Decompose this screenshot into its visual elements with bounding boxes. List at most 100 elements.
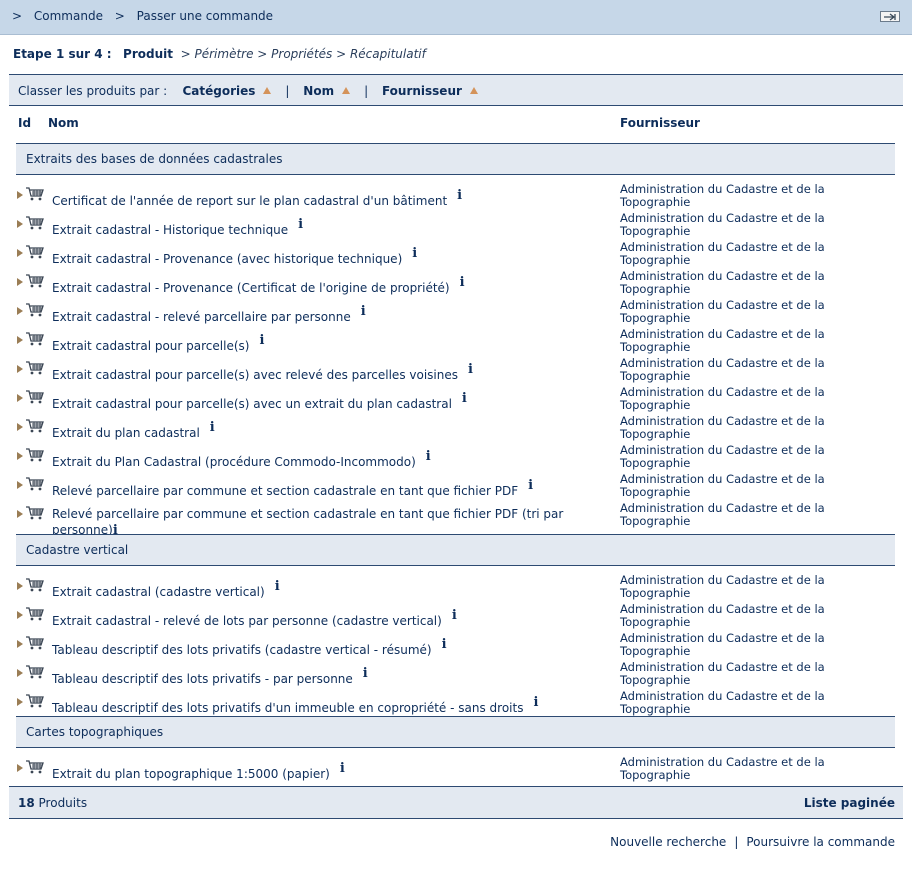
info-icon[interactable]: i [361, 304, 366, 319]
info-icon[interactable]: i [460, 275, 465, 290]
supplier-line-2: Topographie [620, 615, 691, 629]
info-icon[interactable]: i [363, 666, 368, 681]
product-row: Tableau descriptif des lots privatifs (c… [16, 629, 896, 658]
product-row: Certificat de l'année de report sur le p… [16, 180, 896, 209]
expand-triangle-icon[interactable] [17, 365, 23, 373]
shopping-cart-icon[interactable] [25, 216, 45, 233]
product-name[interactable]: Extrait cadastral - relevé parcellaire p… [52, 310, 351, 324]
product-name[interactable]: Extrait cadastral - Provenance (Certific… [52, 281, 450, 295]
column-header-supplier: Fournisseur [620, 116, 700, 130]
expand-triangle-icon[interactable] [17, 452, 23, 460]
expand-triangle-icon[interactable] [17, 669, 23, 677]
product-name[interactable]: Tableau descriptif des lots privatifs (c… [52, 643, 432, 657]
shopping-cart-icon[interactable] [25, 578, 45, 595]
sort-ascending-icon[interactable] [263, 87, 272, 94]
info-icon[interactable]: i [298, 217, 303, 232]
supplier-line-2: Topographie [620, 702, 691, 716]
info-icon[interactable]: i [533, 695, 538, 710]
shopping-cart-icon[interactable] [25, 274, 45, 291]
product-name[interactable]: Extrait cadastral (cadastre vertical) [52, 585, 265, 599]
shopping-cart-icon[interactable] [25, 303, 45, 320]
product-name[interactable]: Extrait cadastral pour parcelle(s) [52, 339, 249, 353]
product-name[interactable]: Extrait du Plan Cadastral (procédure Com… [52, 455, 416, 469]
product-name-container: Extrait du plan topographique 1:5000 (pa… [52, 761, 345, 782]
product-name-container: Extrait cadastral - Provenance (avec his… [52, 246, 417, 267]
expand-triangle-icon[interactable] [17, 510, 23, 518]
product-name[interactable]: Extrait cadastral pour parcelle(s) avec … [52, 368, 458, 382]
sort-ascending-icon[interactable] [469, 87, 478, 94]
product-name-container: Extrait cadastral pour parcelle(s) avec … [52, 391, 467, 412]
supplier-line-1: Administration du Cadastre et de la [620, 240, 825, 254]
shopping-cart-icon[interactable] [25, 760, 45, 777]
shopping-cart-icon[interactable] [25, 332, 45, 349]
product-name[interactable]: Extrait cadastral - Historique technique [52, 223, 288, 237]
expand-triangle-icon[interactable] [17, 423, 23, 431]
info-icon[interactable]: i [426, 449, 431, 464]
product-name[interactable]: Extrait du plan topographique 1:5000 (pa… [52, 767, 330, 781]
expand-triangle-icon[interactable] [17, 640, 23, 648]
sort-by-name[interactable]: Nom [303, 84, 334, 98]
info-icon[interactable]: i [259, 333, 264, 348]
info-icon[interactable]: i [340, 761, 345, 776]
expand-triangle-icon[interactable] [17, 191, 23, 199]
category-title: Cadastre vertical [26, 543, 129, 557]
product-name[interactable]: Extrait cadastral - relevé de lots par p… [52, 614, 442, 628]
sort-by-categories[interactable]: Catégories [182, 84, 255, 98]
sort-ascending-icon[interactable] [342, 87, 351, 94]
product-name[interactable]: Tableau descriptif des lots privatifs d'… [52, 701, 523, 715]
product-name[interactable]: Extrait du plan cadastral [52, 426, 200, 440]
expand-triangle-icon[interactable] [17, 220, 23, 228]
info-icon[interactable]: i [210, 420, 215, 435]
shopping-cart-icon[interactable] [25, 448, 45, 465]
info-icon[interactable]: i [462, 391, 467, 406]
product-name[interactable]: Extrait cadastral pour parcelle(s) avec … [52, 397, 452, 411]
expand-triangle-icon[interactable] [17, 307, 23, 315]
expand-triangle-icon[interactable] [17, 278, 23, 286]
expand-triangle-icon[interactable] [17, 249, 23, 257]
shopping-cart-icon[interactable] [25, 694, 45, 711]
breadcrumb-passer-commande[interactable]: Passer une commande [137, 9, 273, 23]
product-supplier: Administration du Cadastre et de la Topog… [620, 756, 825, 782]
shopping-cart-icon[interactable] [25, 506, 45, 523]
shopping-cart-icon[interactable] [25, 187, 45, 204]
shopping-cart-icon[interactable] [25, 665, 45, 682]
expand-triangle-icon[interactable] [17, 481, 23, 489]
sort-by-supplier[interactable]: Fournisseur [382, 84, 462, 98]
category-header: Extraits des bases de données cadastrale… [16, 143, 895, 175]
expand-triangle-icon[interactable] [17, 582, 23, 590]
product-name-container: Tableau descriptif des lots privatifs - … [52, 666, 368, 687]
info-icon[interactable]: i [452, 608, 457, 623]
info-icon[interactable]: i [442, 637, 447, 652]
info-icon[interactable]: i [275, 579, 280, 594]
new-search-link[interactable]: Nouvelle recherche [610, 835, 726, 849]
shopping-cart-icon[interactable] [25, 607, 45, 624]
expand-triangle-icon[interactable] [17, 336, 23, 344]
shopping-cart-icon[interactable] [25, 636, 45, 653]
continue-order-link[interactable]: Poursuivre la commande [746, 835, 895, 849]
expand-triangle-icon[interactable] [17, 764, 23, 772]
shopping-cart-icon[interactable] [25, 477, 45, 494]
product-name[interactable]: Tableau descriptif des lots privatifs - … [52, 672, 353, 686]
product-name[interactable]: Extrait cadastral - Provenance (avec his… [52, 252, 402, 266]
product-name[interactable]: Certificat de l'année de report sur le p… [52, 194, 447, 208]
expand-triangle-icon[interactable] [17, 394, 23, 402]
info-icon[interactable]: i [457, 188, 462, 203]
expand-triangle-icon[interactable] [17, 611, 23, 619]
product-supplier: Administration du Cadastre et de la Topog… [620, 632, 825, 658]
shopping-cart-icon[interactable] [25, 390, 45, 407]
supplier-line-1: Administration du Cadastre et de la [620, 689, 825, 703]
paged-list-link[interactable]: Liste paginée [804, 796, 895, 810]
info-icon[interactable]: i [468, 362, 473, 377]
exit-button[interactable] [880, 11, 900, 22]
shopping-cart-icon[interactable] [25, 361, 45, 378]
product-name-container: Extrait cadastral - Provenance (Certific… [52, 275, 465, 296]
expand-triangle-icon[interactable] [17, 698, 23, 706]
product-name[interactable]: Relevé parcellaire par commune et sectio… [52, 484, 518, 498]
info-icon[interactable]: i [528, 478, 533, 493]
info-icon[interactable]: i [412, 246, 417, 261]
breadcrumb-commande[interactable]: Commande [34, 9, 103, 23]
supplier-line-2: Topographie [620, 369, 691, 383]
shopping-cart-icon[interactable] [25, 245, 45, 262]
shopping-cart-icon[interactable] [25, 419, 45, 436]
product-name[interactable]: Relevé parcellaire par commune et sectio… [52, 507, 563, 537]
